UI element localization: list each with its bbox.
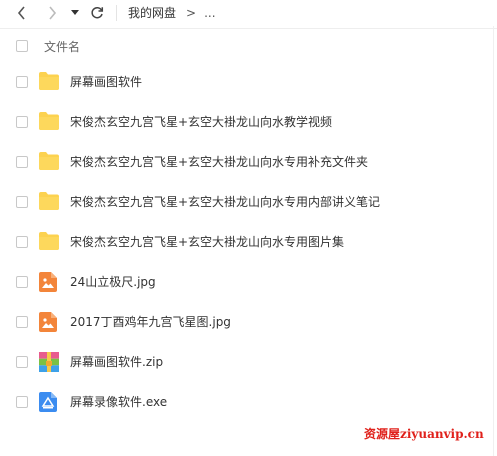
toolbar-divider — [0, 28, 497, 29]
refresh-icon — [90, 6, 104, 20]
file-row[interactable]: 屏幕画图软件 — [0, 62, 497, 102]
file-row[interactable]: 宋俊杰玄空九宫飞星+玄空大褂龙山向水专用内部讲义笔记 — [0, 182, 497, 222]
file-name[interactable]: 宋俊杰玄空九宫飞星+玄空大褂龙山向水专用内部讲义笔记 — [70, 193, 380, 210]
zip-file-icon — [39, 352, 59, 372]
caret-down-icon — [71, 10, 79, 16]
file-name[interactable]: 24山立极尺.jpg — [70, 273, 156, 290]
file-name[interactable]: 屏幕画图软件.zip — [70, 353, 163, 370]
file-list-header: 文件名 — [0, 34, 497, 58]
file-row[interactable]: 宋俊杰玄空九宫飞星+玄空大褂龙山向水教学视频 — [0, 102, 497, 142]
folder-icon — [39, 112, 59, 132]
file-row[interactable]: 2017丁酉鸡年九宫飞星图.jpg — [0, 302, 497, 342]
breadcrumb-more[interactable]: ... — [204, 6, 215, 20]
file-row[interactable]: 屏幕画图软件.zip — [0, 342, 497, 382]
watermark: 资源屋ziyuanvip.cn — [364, 427, 484, 441]
file-checkbox[interactable] — [16, 316, 28, 328]
breadcrumb: 我的网盘 > ... — [128, 4, 216, 21]
file-row[interactable]: 宋俊杰玄空九宫飞星+玄空大褂龙山向水专用图片集 — [0, 222, 497, 262]
image-file-icon — [39, 272, 59, 292]
select-all-checkbox[interactable] — [16, 40, 28, 52]
file-checkbox[interactable] — [16, 276, 28, 288]
file-checkbox[interactable] — [16, 356, 28, 368]
toolbar-separator — [116, 5, 117, 21]
history-dropdown-button[interactable] — [68, 3, 82, 23]
breadcrumb-root[interactable]: 我的网盘 — [128, 4, 176, 21]
exe-file-icon — [39, 392, 59, 412]
image-file-icon — [39, 312, 59, 332]
back-button[interactable] — [12, 3, 32, 23]
chevron-left-icon — [17, 6, 27, 20]
refresh-button[interactable] — [87, 3, 107, 23]
file-checkbox[interactable] — [16, 396, 28, 408]
file-name[interactable]: 2017丁酉鸡年九宫飞星图.jpg — [70, 313, 231, 330]
folder-icon — [39, 152, 59, 172]
file-name[interactable]: 宋俊杰玄空九宫飞星+玄空大褂龙山向水专用补充文件夹 — [70, 153, 368, 170]
folder-icon — [39, 192, 59, 212]
file-name[interactable]: 屏幕录像软件.exe — [70, 393, 167, 410]
folder-icon — [39, 232, 59, 252]
file-checkbox[interactable] — [16, 156, 28, 168]
file-name[interactable]: 宋俊杰玄空九宫飞星+玄空大褂龙山向水教学视频 — [70, 113, 332, 130]
file-checkbox[interactable] — [16, 236, 28, 248]
chevron-right-icon — [47, 6, 57, 20]
file-row[interactable]: 宋俊杰玄空九宫飞星+玄空大褂龙山向水专用补充文件夹 — [0, 142, 497, 182]
column-header-name[interactable]: 文件名 — [44, 38, 80, 55]
file-name[interactable]: 屏幕画图软件 — [70, 73, 142, 90]
toolbar: 我的网盘 > ... — [0, 0, 497, 26]
folder-icon — [39, 72, 59, 92]
file-checkbox[interactable] — [16, 76, 28, 88]
file-name[interactable]: 宋俊杰玄空九宫飞星+玄空大褂龙山向水专用图片集 — [70, 233, 344, 250]
file-checkbox[interactable] — [16, 196, 28, 208]
breadcrumb-separator: > — [186, 5, 197, 20]
forward-button[interactable] — [42, 3, 62, 23]
file-row[interactable]: 屏幕录像软件.exe — [0, 382, 497, 422]
file-checkbox[interactable] — [16, 116, 28, 128]
file-list: 屏幕画图软件 宋俊杰玄空九宫飞星+玄空大褂龙山向水教学视频 宋俊杰玄空九宫飞星+玄空… — [0, 62, 497, 422]
file-row[interactable]: 24山立极尺.jpg — [0, 262, 497, 302]
